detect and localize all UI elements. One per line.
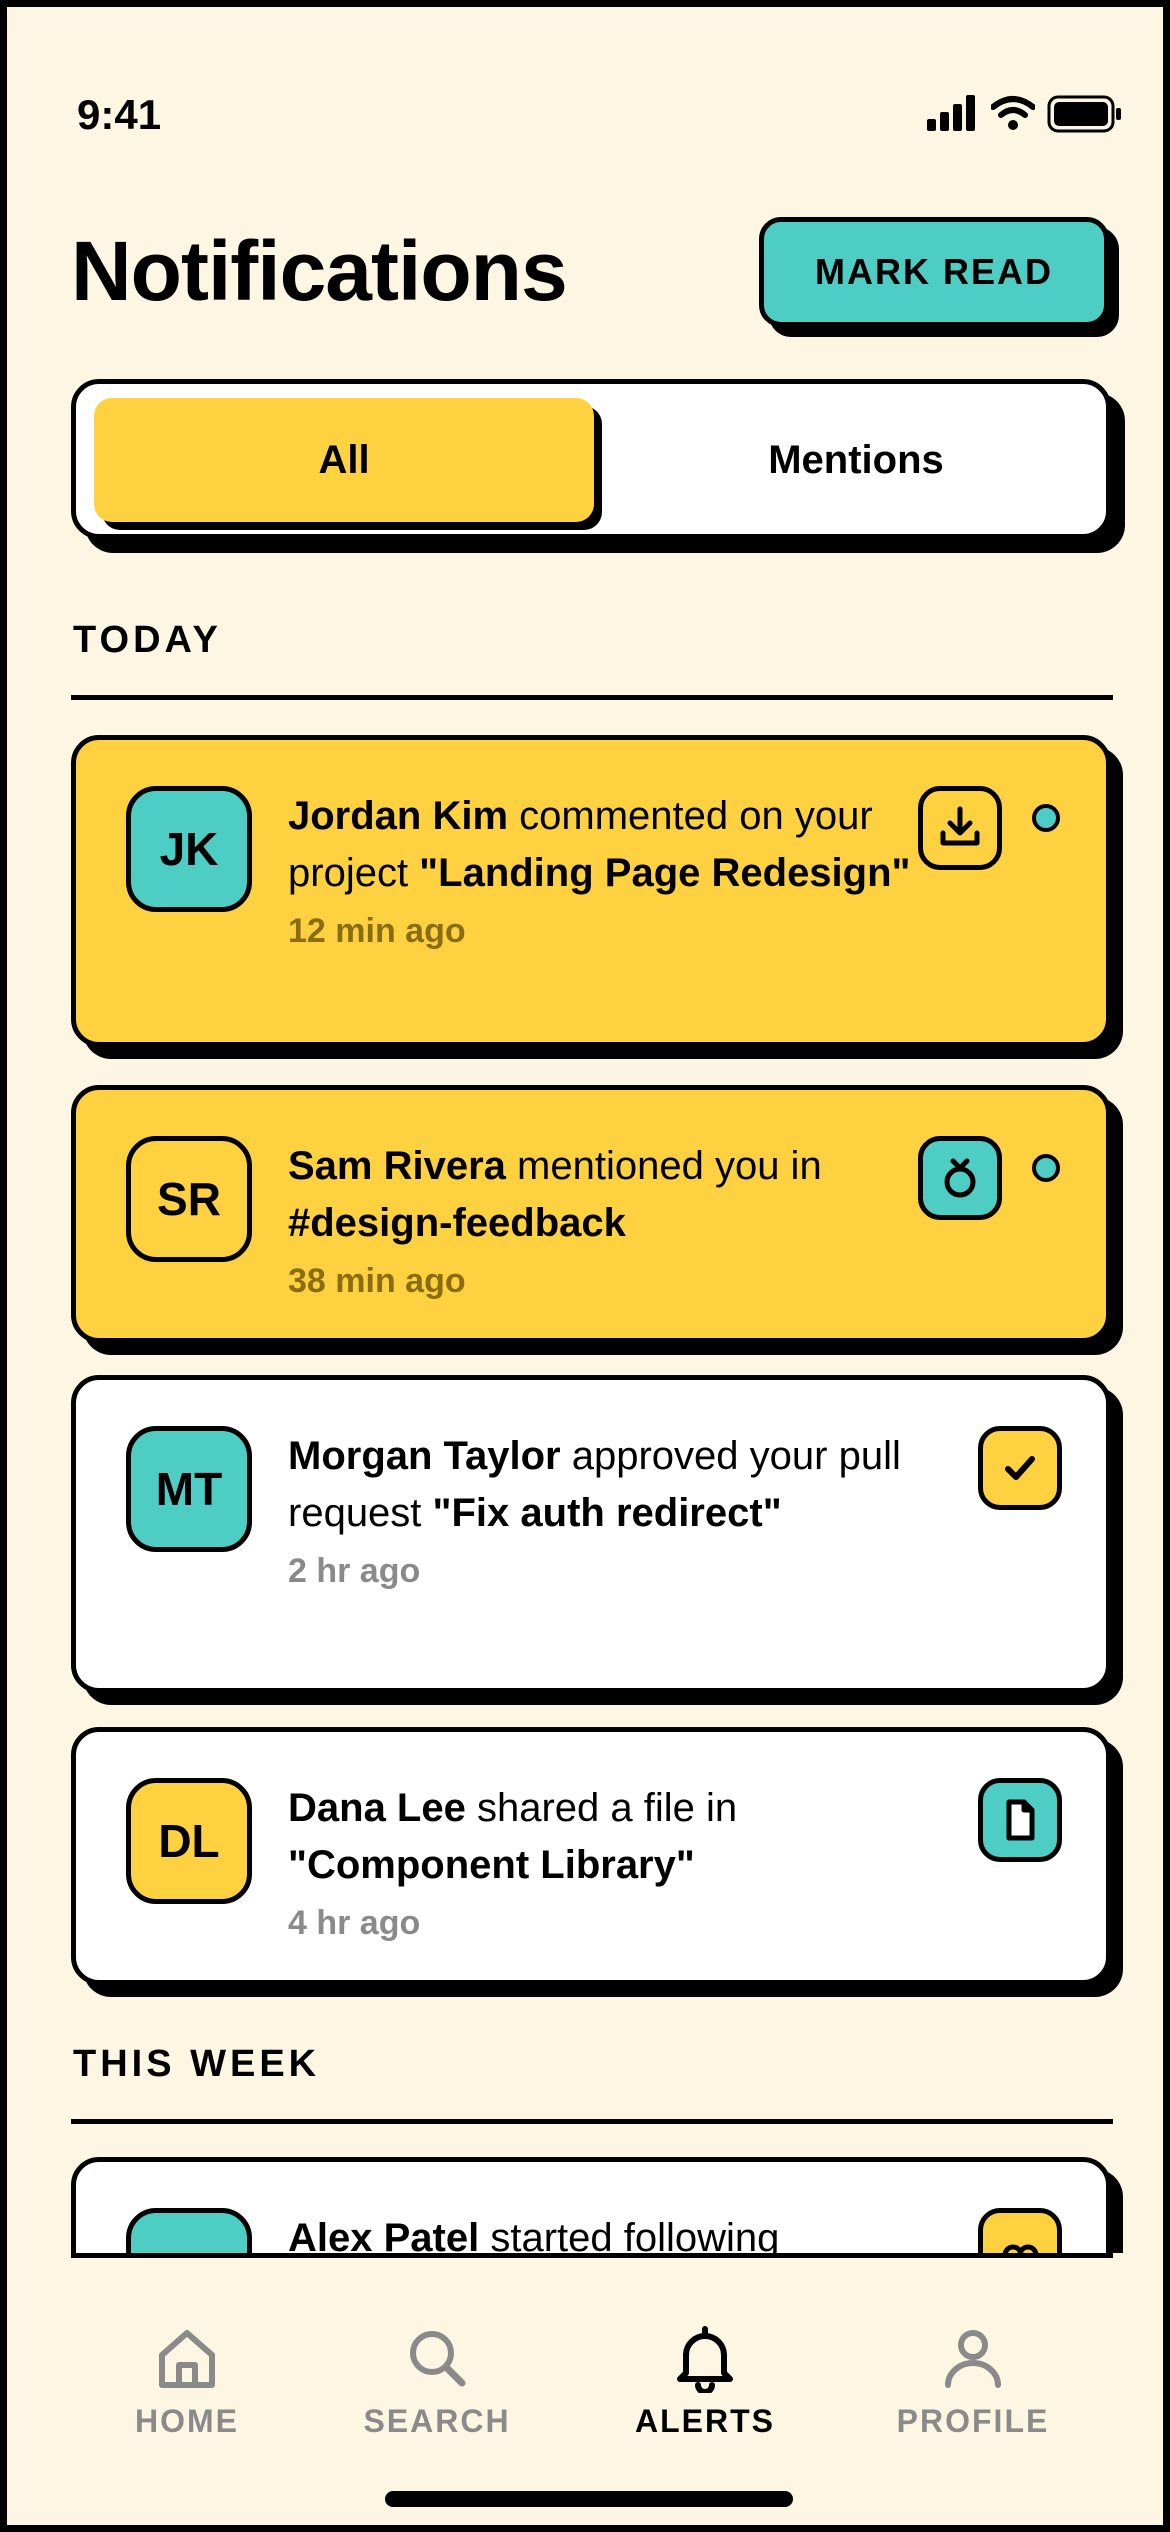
target-name: #design-feedback [288,1201,626,1245]
notification-card[interactable]: JK Jordan Kim commented on your project … [71,735,1123,1059]
timestamp: 4 hr ago [288,1904,421,1942]
target-name: "Landing Page Redesign" [419,851,911,895]
action-text: mentioned you in [505,1144,822,1188]
mark-read-label: MARK READ [759,217,1109,327]
target-name: "Component Library" [288,1843,695,1887]
card-face: SR Sam Rivera mentioned you in #design-f… [71,1085,1111,1343]
avatar: DL [126,1778,252,1904]
bell-icon [677,2326,733,2393]
download-icon [918,786,1002,870]
unread-dot [1032,804,1060,832]
profile-icon [945,2330,1001,2388]
card-face: AP Alex Patel started following [71,2157,1111,2253]
cellular-signal-icon [927,95,975,131]
notification-card[interactable]: AP Alex Patel started following [71,2157,1123,2253]
tab-search[interactable]: SEARCH [327,2323,547,2440]
follow-icon [978,2208,1062,2253]
notification-text: Alex Patel started following [288,2210,928,2253]
wifi-icon [991,96,1035,130]
card-face: DL Dana Lee shared a file in "Component … [71,1727,1111,1985]
timestamp: 2 hr ago [288,1552,421,1590]
timestamp: 12 min ago [288,912,466,950]
tab-home-label: HOME [135,2403,239,2439]
notification-text: Dana Lee shared a file in "Component Lib… [288,1780,928,1950]
phone-screen: 9:41 Notifications MARK READ All Mention… [0,0,1170,2532]
segmented-face: All Mentions [71,379,1111,539]
card-face: JK Jordan Kim commented on your project … [71,735,1111,1047]
home-icon [159,2330,215,2388]
target-name: "Fix auth redirect" [432,1491,782,1535]
home-indicator[interactable] [385,2491,793,2507]
actor-name: Sam Rivera [288,1144,506,1188]
notification-card[interactable]: MT Morgan Taylor approved your pull requ… [71,1375,1123,1705]
avatar: MT [126,1426,252,1552]
avatar: SR [126,1136,252,1262]
actor-name: Dana Lee [288,1786,466,1830]
notification-text: Jordan Kim commented on your project "La… [288,788,928,958]
section-title-today: TODAY [73,619,222,661]
tab-profile-label: PROFILE [896,2403,1050,2439]
filter-mentions-tab[interactable]: Mentions [616,398,1096,522]
avatar: AP [126,2208,252,2253]
notification-text: Sam Rivera mentioned you in #design-feed… [288,1138,928,1308]
action-text: shared a file in [465,1786,738,1830]
tab-profile[interactable]: PROFILE [863,2323,1083,2440]
tab-alerts[interactable]: ALERTS [595,2323,815,2440]
battery-icon [1047,95,1121,133]
actor-name: Jordan Kim [288,794,509,838]
timestamp: 38 min ago [288,1262,466,1300]
actor-name: Alex Patel [288,2216,480,2253]
filter-all-label: All [94,398,594,522]
notification-card[interactable]: SR Sam Rivera mentioned you in #design-f… [71,1085,1123,1355]
section-divider [71,2119,1113,2124]
card-face: MT Morgan Taylor approved your pull requ… [71,1375,1111,1693]
tab-bar-divider [71,2253,1113,2258]
tab-search-label: SEARCH [363,2403,511,2439]
search-icon [410,2331,466,2387]
unread-dot [1032,1154,1060,1182]
notification-card[interactable]: DL Dana Lee shared a file in "Component … [71,1727,1123,1997]
filter-all-tab[interactable]: All [94,398,602,530]
mention-icon [918,1136,1002,1220]
action-text: started following [479,2216,780,2253]
section-title-this-week: THIS WEEK [73,2043,321,2085]
actor-name: Morgan Taylor [288,1434,561,1478]
notification-text: Morgan Taylor approved your pull request… [288,1428,938,1598]
scroll-area[interactable]: 9:41 Notifications MARK READ All Mention… [7,7,1163,2253]
check-icon [978,1426,1062,1510]
status-time: 9:41 [77,91,162,138]
avatar: JK [126,786,252,912]
filter-segmented-control: All Mentions [71,379,1125,553]
tab-alerts-label: ALERTS [635,2403,775,2439]
mark-read-button[interactable]: MARK READ [759,217,1119,337]
file-icon [978,1778,1062,1862]
page-title: Notifications [71,224,568,318]
section-divider [71,695,1113,700]
tab-home[interactable]: HOME [77,2323,297,2440]
